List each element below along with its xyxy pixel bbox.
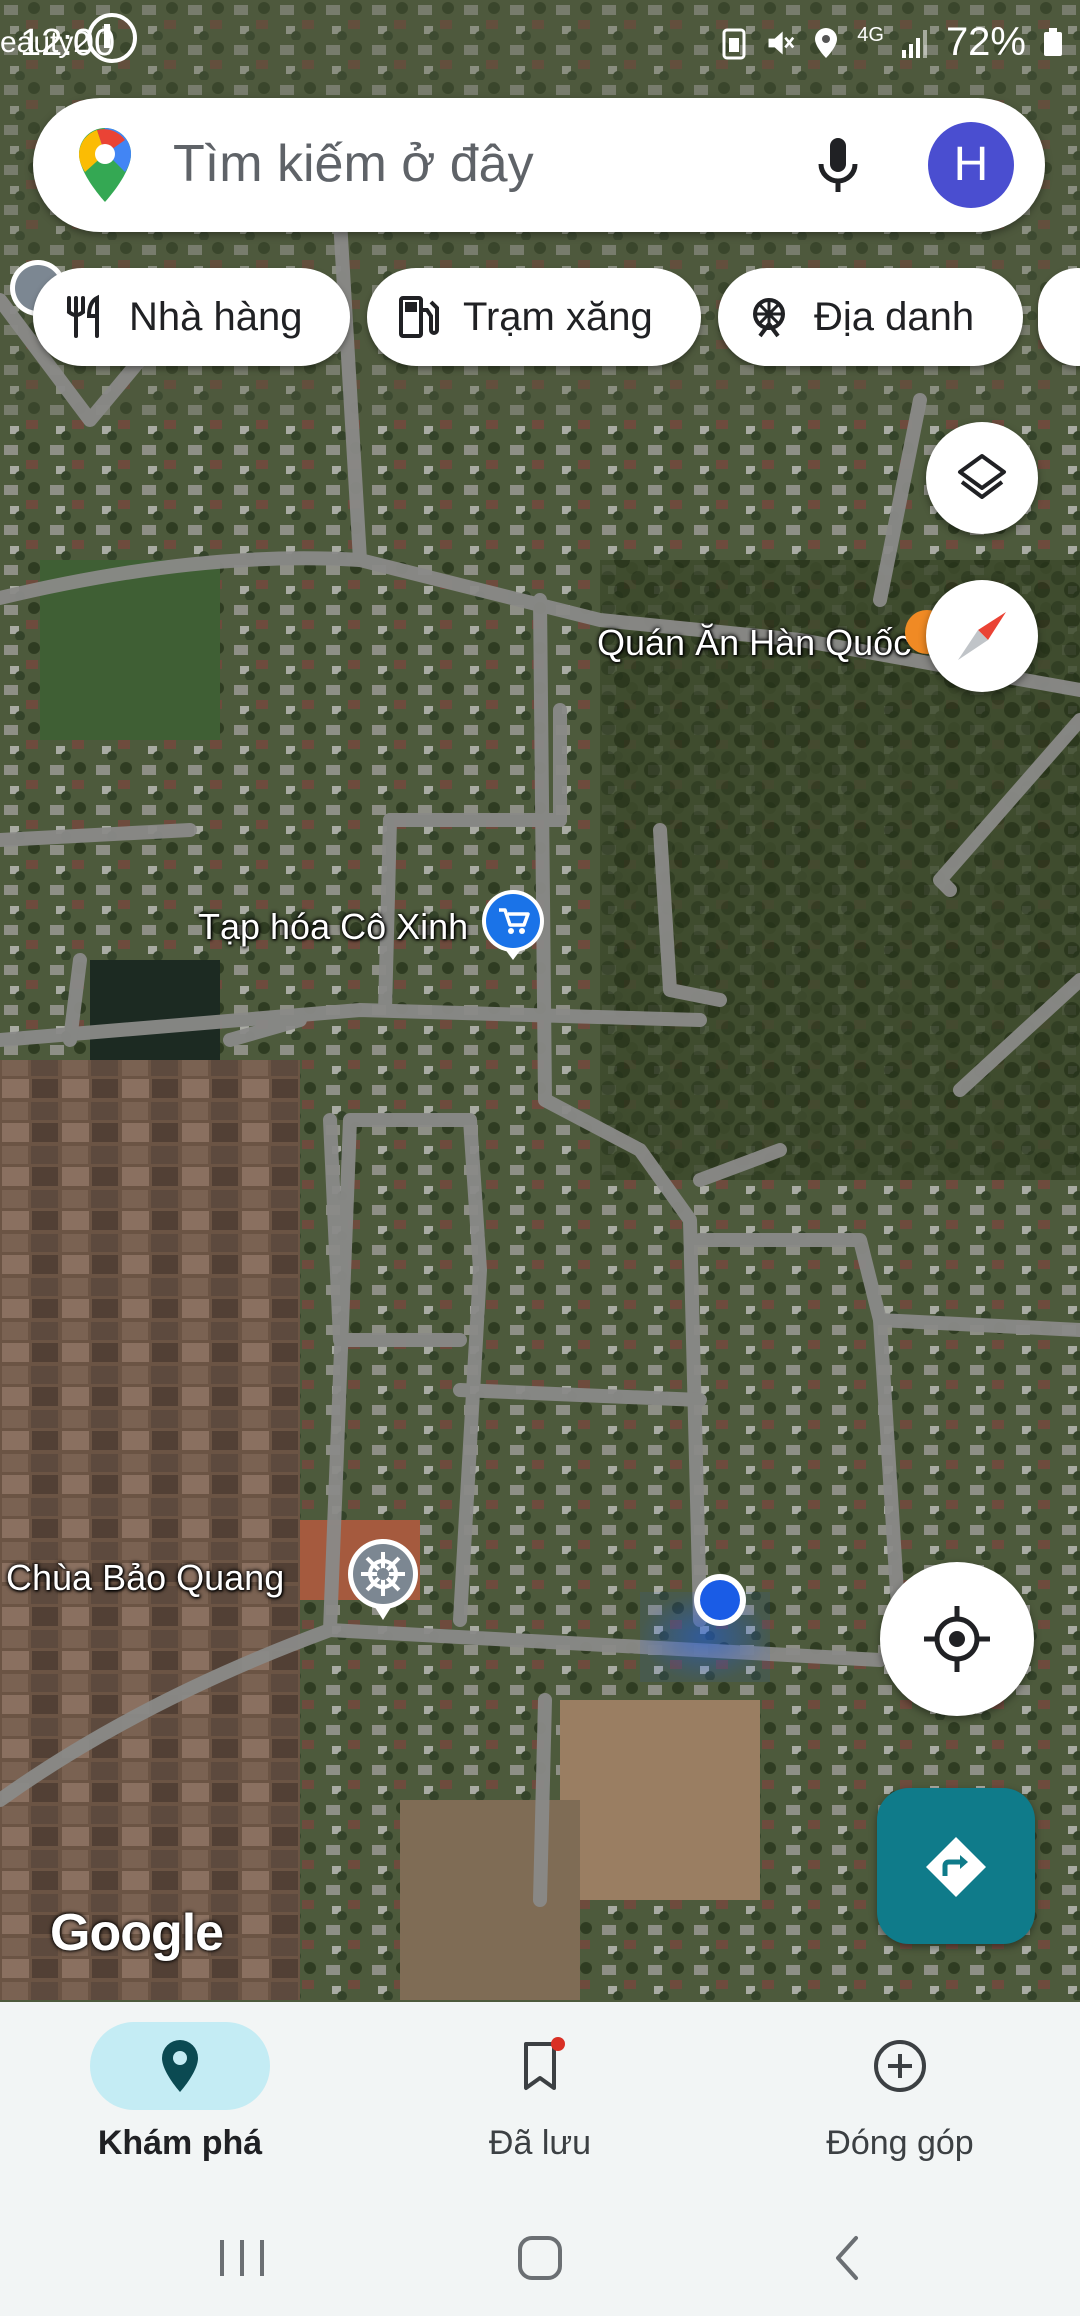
chip-gas-stations[interactable]: Trạm xăng: [367, 268, 701, 366]
directions-button[interactable]: [877, 1788, 1035, 1944]
restaurant-icon: [67, 294, 99, 338]
bottom-navigation: Khám phá Đã lưu Đóng góp: [0, 2002, 1080, 2202]
chip-label: Địa danh: [814, 294, 975, 339]
compass-icon: [958, 612, 1006, 660]
tab-icon-container: [810, 2022, 990, 2110]
shopping-cart-marker-icon[interactable]: [480, 888, 546, 962]
account-avatar[interactable]: H: [928, 122, 1014, 208]
status-bar: 12:00 eauty2 4G 72%: [0, 0, 1080, 92]
mute-icon: [768, 31, 795, 54]
location-icon: [815, 27, 838, 58]
layers-icon: [958, 454, 1006, 499]
tab-saved[interactable]: Đã lưu: [360, 2012, 720, 2192]
home-icon[interactable]: [512, 2230, 568, 2286]
system-navigation-bar: [0, 2202, 1080, 2316]
chip-label: Trạm xăng: [463, 294, 653, 339]
landmark-icon: [753, 298, 785, 338]
search-placeholder[interactable]: Tìm kiếm ở đây: [173, 134, 534, 194]
notification-text: eauty2: [0, 26, 91, 59]
back-icon[interactable]: [820, 2230, 876, 2286]
compass-button[interactable]: [926, 580, 1038, 692]
google-logo: Google: [50, 1904, 224, 1962]
chip-restaurants[interactable]: Nhà hàng: [33, 268, 350, 366]
network-type: 4G: [857, 24, 884, 46]
microphone-icon[interactable]: [803, 128, 873, 202]
battery-percent: 72%: [945, 20, 1026, 64]
my-location-button[interactable]: [880, 1562, 1034, 1716]
tab-icon-container: [90, 2022, 270, 2110]
add-circle-icon: [874, 2040, 926, 2092]
search-bar[interactable]: Tìm kiếm ở đây H: [33, 98, 1045, 232]
map-label-pagoda[interactable]: Chùa Bảo Quang: [6, 1557, 284, 1599]
tab-contribute[interactable]: Đóng góp: [720, 2012, 1080, 2192]
gas-station-icon: [399, 296, 439, 338]
notification-circle-icon: [87, 13, 137, 63]
tab-label: Đã lưu: [488, 2124, 592, 2162]
bookmark-icon: [524, 2037, 565, 2090]
crosshair-icon: [924, 1606, 990, 1672]
signal-icon: [901, 29, 927, 58]
map-label-grocery[interactable]: Tạp hóa Cô Xinh: [198, 906, 468, 948]
google-maps-pin-icon: [79, 128, 131, 202]
directions-icon: [926, 1837, 986, 1897]
battery-icon: [1044, 27, 1062, 56]
map-label-korean-restaurant[interactable]: Quán Ăn Hàn Quốc: [597, 622, 911, 664]
tab-label: Khám phá: [97, 2124, 263, 2162]
tab-label: Đóng góp: [826, 2124, 974, 2162]
battery-saver-icon: [722, 28, 746, 59]
tab-icon-container: [450, 2022, 630, 2110]
map-layers-button[interactable]: [926, 422, 1038, 534]
explore-pin-icon: [162, 2040, 198, 2092]
pagoda-marker-icon[interactable]: [345, 1538, 421, 1622]
recent-apps-icon[interactable]: [214, 2230, 270, 2286]
chip-landmarks[interactable]: Địa danh: [718, 268, 1023, 366]
chip-label: Nhà hàng: [129, 294, 303, 339]
tab-explore[interactable]: Khám phá: [0, 2012, 360, 2192]
